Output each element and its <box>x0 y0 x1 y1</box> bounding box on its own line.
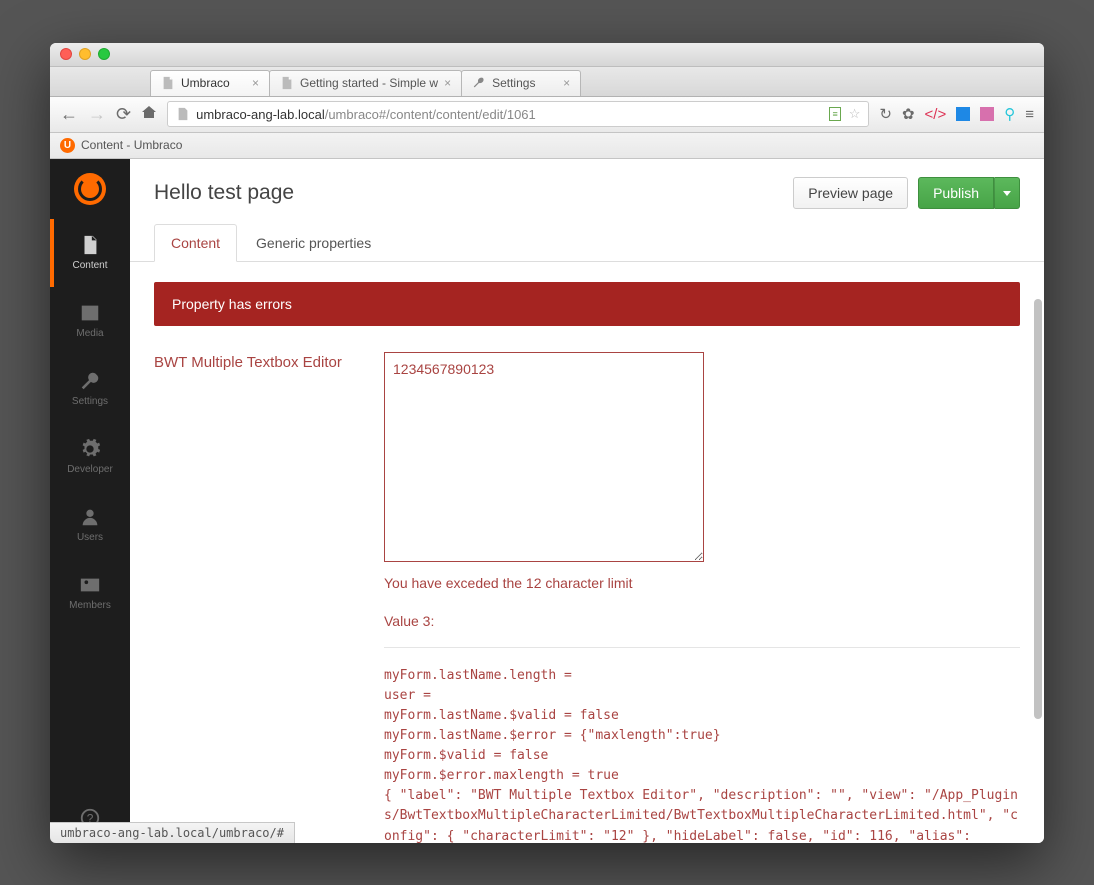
url-host: umbraco-ang-lab.local <box>196 107 325 122</box>
star-icon[interactable]: ☆ <box>849 106 861 122</box>
close-tab-icon[interactable]: × <box>252 76 259 90</box>
titlebar <box>50 43 1044 67</box>
publish-dropdown-toggle[interactable] <box>994 177 1020 209</box>
ext-icon[interactable] <box>980 107 994 121</box>
tab-content[interactable]: Content <box>154 224 237 262</box>
preview-button[interactable]: Preview page <box>793 177 908 209</box>
browser-window: Umbraco × Getting started - Simple w × S… <box>50 43 1044 843</box>
sidebar-item-users[interactable]: Users <box>50 491 130 559</box>
sidebar-item-label: Media <box>76 328 103 339</box>
zoom-window-button[interactable] <box>98 48 110 60</box>
multiple-textbox-input[interactable] <box>384 352 704 562</box>
bookmarks-bar: U Content - Umbraco <box>50 133 1044 159</box>
umbraco-icon: U <box>60 138 75 153</box>
browser-toolbar: ← → ⟳ umbraco-ang-lab.local/umbraco#/con… <box>50 97 1044 133</box>
debug-output: myForm.lastName.length = user = myForm.l… <box>384 666 1020 843</box>
sidebar-item-developer[interactable]: Developer <box>50 423 130 491</box>
validation-error-message: You have exceded the 12 character limit <box>384 575 1020 591</box>
id-card-icon <box>79 574 101 596</box>
sidebar-item-media[interactable]: Media <box>50 287 130 355</box>
home-button[interactable] <box>141 104 157 125</box>
wrench-icon <box>79 370 101 392</box>
page-title: Hello test page <box>154 181 294 205</box>
ext-icon[interactable] <box>956 107 970 121</box>
umbraco-app: Content Media Settings Developer Users <box>50 159 1044 843</box>
scrollbar-thumb[interactable] <box>1034 299 1042 719</box>
ext-icon[interactable]: ⚲ <box>1004 105 1015 123</box>
url-bar[interactable]: umbraco-ang-lab.local/umbraco#/content/c… <box>167 101 869 127</box>
close-tab-icon[interactable]: × <box>444 76 451 90</box>
sidebar: Content Media Settings Developer Users <box>50 159 130 843</box>
sidebar-item-label: Members <box>69 600 111 611</box>
property-row: BWT Multiple Textbox Editor You have exc… <box>154 352 1020 843</box>
sidebar-item-members[interactable]: Members <box>50 559 130 627</box>
refresh-ext-icon[interactable]: ↻ <box>879 105 892 123</box>
value-count-label: Value 3: <box>384 613 1020 629</box>
close-window-button[interactable] <box>60 48 72 60</box>
gear-icon[interactable]: ✿ <box>902 105 915 123</box>
traffic-lights <box>60 48 110 60</box>
bookmark-item[interactable]: Content - Umbraco <box>81 138 182 152</box>
umbraco-logo[interactable] <box>50 159 130 219</box>
page-icon <box>280 76 294 90</box>
forward-button[interactable]: → <box>88 104 106 125</box>
document-icon <box>79 234 101 256</box>
page-icon <box>176 107 190 121</box>
tab-generic-properties[interactable]: Generic properties <box>239 224 388 262</box>
browser-tab[interactable]: Umbraco × <box>150 70 270 96</box>
sidebar-item-label: Settings <box>72 396 108 407</box>
page-icon <box>161 76 175 90</box>
chevron-down-icon <box>1003 189 1011 197</box>
publish-button-group: Publish <box>918 177 1020 209</box>
main-panel: Hello test page Preview page Publish Con… <box>130 159 1044 843</box>
gear-icon <box>79 438 101 460</box>
browser-tab-strip: Umbraco × Getting started - Simple w × S… <box>50 67 1044 97</box>
browser-tab[interactable]: Getting started - Simple w × <box>269 70 462 96</box>
wrench-icon <box>472 76 486 90</box>
sidebar-item-content[interactable]: Content <box>50 219 130 287</box>
sidebar-item-label: Users <box>77 532 103 543</box>
error-alert: Property has errors <box>154 282 1020 326</box>
sidebar-item-settings[interactable]: Settings <box>50 355 130 423</box>
close-tab-icon[interactable]: × <box>563 76 570 90</box>
content-tabs: Content Generic properties <box>130 209 1044 262</box>
extension-icons: ↻ ✿ </> ⚲ ≡ <box>879 105 1034 123</box>
tab-title: Umbraco <box>181 76 230 90</box>
url-path: /umbraco#/content/content/edit/1061 <box>325 107 536 122</box>
chrome-menu-icon[interactable]: ≡ <box>1025 106 1034 123</box>
property-body: You have exceded the 12 character limit … <box>384 352 1020 843</box>
back-button[interactable]: ← <box>60 104 78 125</box>
user-icon <box>79 506 101 528</box>
reload-button[interactable]: ⟳ <box>116 104 131 125</box>
page-header: Hello test page Preview page Publish <box>130 159 1044 209</box>
sidebar-item-label: Content <box>72 260 107 271</box>
publish-button[interactable]: Publish <box>918 177 994 209</box>
content-area: Property has errors BWT Multiple Textbox… <box>130 262 1044 843</box>
tab-title: Settings <box>492 76 535 90</box>
image-icon <box>79 302 101 324</box>
separator <box>384 647 1020 648</box>
sidebar-nav: Content Media Settings Developer Users <box>50 219 130 627</box>
browser-status-bar: umbraco-ang-lab.local/umbraco/# <box>50 822 295 843</box>
sidebar-item-label: Developer <box>67 464 113 475</box>
minimize-window-button[interactable] <box>79 48 91 60</box>
property-label: BWT Multiple Textbox Editor <box>154 352 364 843</box>
devtools-icon[interactable]: </> <box>925 106 947 123</box>
browser-tab[interactable]: Settings × <box>461 70 581 96</box>
reader-icon[interactable]: ≡ <box>829 107 840 121</box>
tab-title: Getting started - Simple w <box>300 76 438 90</box>
